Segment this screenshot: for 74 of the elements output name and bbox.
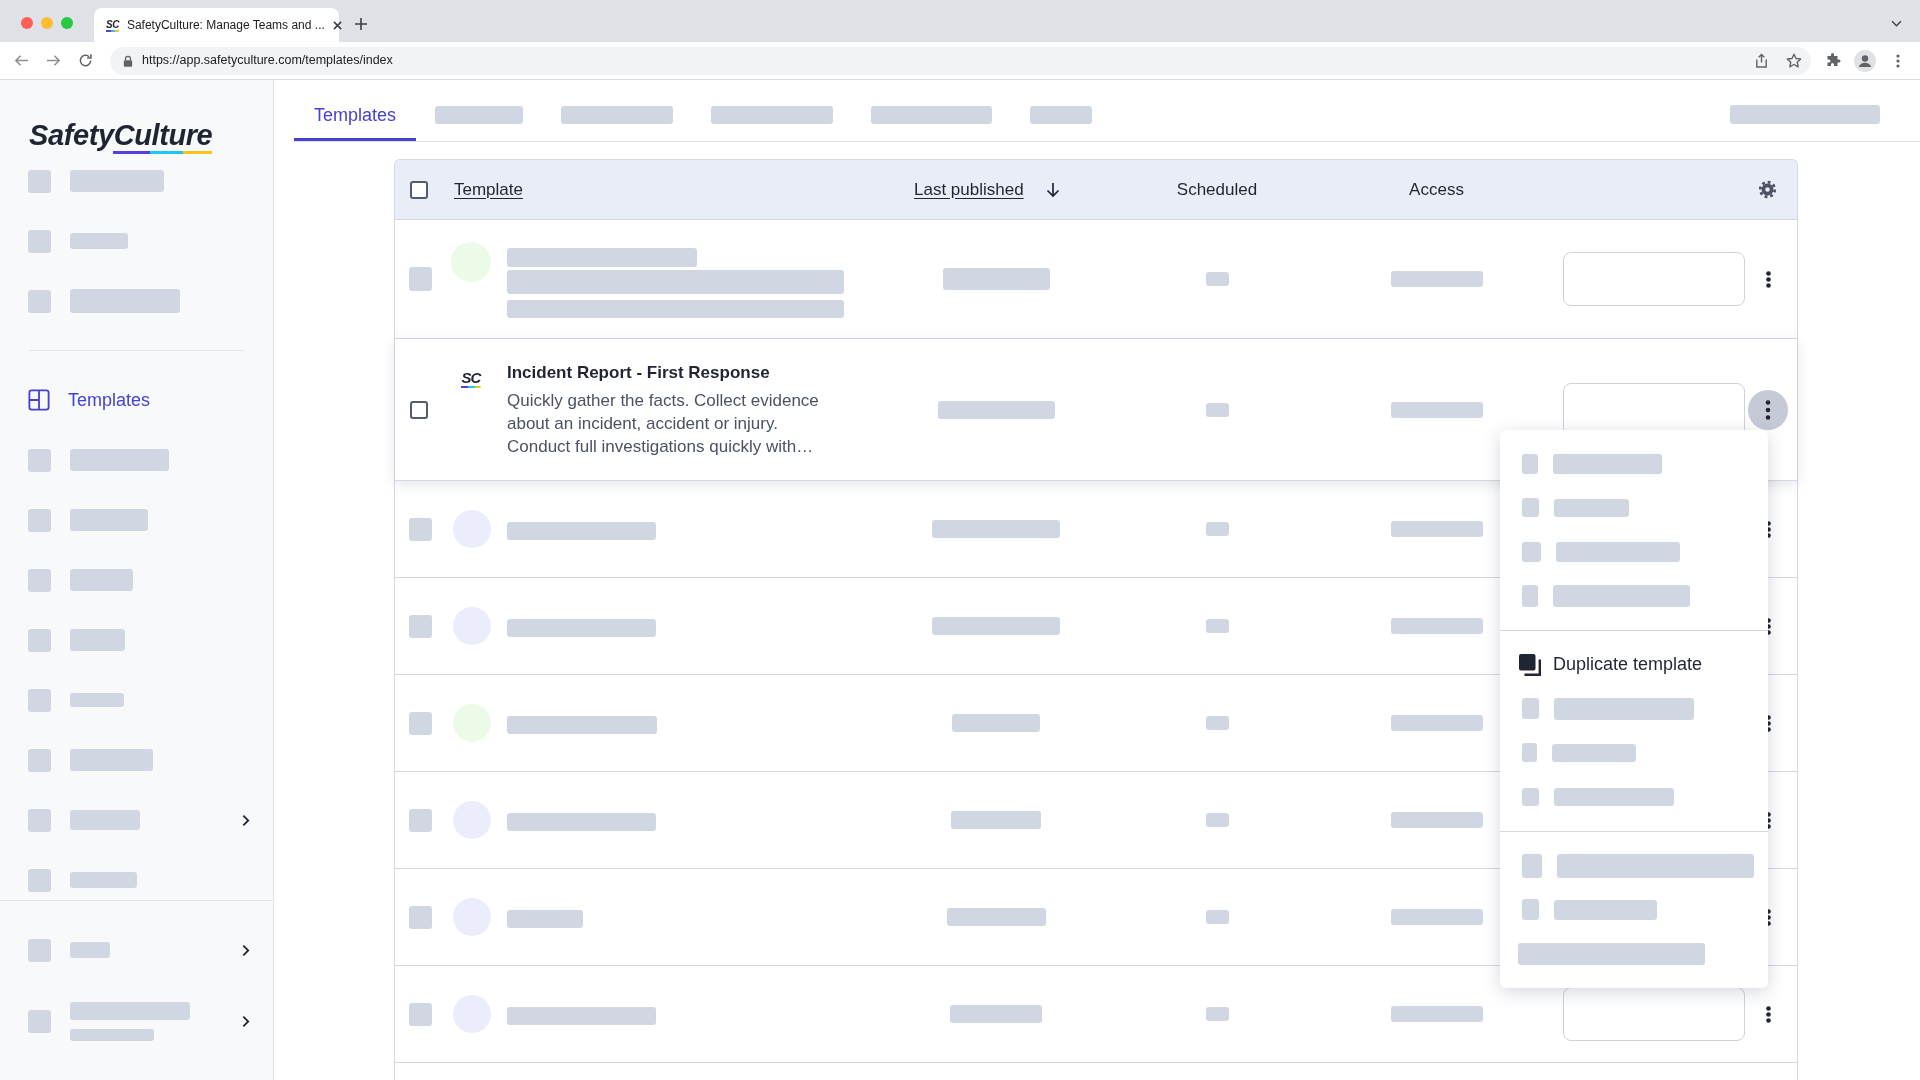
- layout-icon: [28, 389, 50, 411]
- chevron-right-icon[interactable]: [242, 943, 250, 957]
- vertical-dots-icon[interactable]: [1765, 1005, 1771, 1023]
- column-header[interactable]: Last published: [914, 177, 1024, 202]
- placeholder-icon: [1522, 698, 1539, 719]
- placeholder-icon: [1522, 853, 1542, 878]
- placeholder-bar: [70, 872, 137, 888]
- placeholder-icon: [409, 1002, 432, 1026]
- arrow-down-icon[interactable]: [1044, 181, 1061, 198]
- placeholder-icon: [409, 267, 432, 291]
- placeholder-icon: [1522, 584, 1538, 607]
- vertical-dots-icon[interactable]: [1765, 520, 1771, 538]
- placeholder-icon: [409, 614, 432, 638]
- plus-icon[interactable]: [355, 18, 367, 30]
- forward-arrow-icon[interactable]: [46, 53, 61, 68]
- profile-icon[interactable]: [1854, 49, 1876, 72]
- placeholder-icon: [1522, 787, 1539, 806]
- vertical-dots-icon[interactable]: [1896, 53, 1900, 68]
- placeholder-icon: [1522, 453, 1538, 474]
- chevron-right-icon[interactable]: [242, 1014, 250, 1028]
- puzzle-piece-icon[interactable]: [1825, 52, 1841, 69]
- brand-logo: SafetyCulture: [29, 120, 213, 154]
- copy-icon: [1518, 652, 1542, 677]
- checkbox[interactable]: [410, 180, 428, 199]
- placeholder-bar: [1205, 716, 1229, 730]
- star-icon[interactable]: [1786, 52, 1802, 69]
- placeholder-bar: [1205, 522, 1229, 536]
- placeholder-bar: [70, 693, 124, 707]
- tab[interactable]: Templates: [294, 80, 417, 141]
- placeholder-icon: [409, 517, 432, 541]
- placeholder-bar: [70, 233, 128, 249]
- settings-icon[interactable]: [1758, 180, 1777, 199]
- back-arrow-icon[interactable]: [14, 53, 29, 68]
- placeholder-icon: [409, 711, 432, 735]
- column-header[interactable]: Template: [454, 177, 523, 202]
- placeholder-icon: [1522, 498, 1539, 517]
- placeholder-icon: [1522, 541, 1541, 562]
- vertical-dots-icon[interactable]: [1748, 389, 1788, 430]
- placeholder-bar: [70, 569, 133, 591]
- vertical-dots-icon[interactable]: [1765, 270, 1771, 288]
- placeholder-bar: [70, 629, 125, 651]
- address-bar[interactable]: https://app.safetyculture.com/templates/index: [110, 46, 1811, 75]
- close-icon[interactable]: [332, 20, 342, 30]
- favicon-logo: SC: [106, 18, 119, 32]
- lock-icon: [123, 54, 133, 67]
- placeholder-icon: [409, 905, 432, 929]
- vertical-dots-icon[interactable]: [1765, 811, 1771, 829]
- placeholder-bar: [1205, 402, 1229, 417]
- vertical-dots-icon[interactable]: [1765, 714, 1771, 732]
- placeholder-bar: [70, 942, 110, 958]
- placeholder-bar: [1205, 619, 1229, 633]
- browser-tab[interactable]: SC SafetyCulture: Manage Teams and ...: [94, 8, 339, 42]
- placeholder-icon: [1522, 899, 1539, 920]
- sidebar-link[interactable]: Templates: [28, 389, 151, 411]
- column-header: Access: [1409, 178, 1464, 201]
- checkbox[interactable]: [410, 400, 428, 419]
- template-title: Incident Report - First Response: [507, 362, 771, 384]
- chevron-down-icon[interactable]: [1891, 19, 1902, 27]
- placeholder-bar: [1205, 813, 1229, 827]
- column-header: Scheduled: [1176, 178, 1258, 201]
- menu-item[interactable]: Duplicate template: [1500, 642, 1768, 687]
- placeholder-bar: [1205, 1007, 1229, 1021]
- placeholder-bar: [1205, 272, 1229, 286]
- vertical-dots-icon[interactable]: [1765, 908, 1771, 926]
- share-icon[interactable]: [1754, 53, 1769, 68]
- placeholder-icon: [409, 808, 432, 832]
- reload-icon[interactable]: [78, 53, 93, 68]
- placeholder-icon: [1522, 743, 1537, 762]
- chevron-right-icon[interactable]: [242, 813, 250, 827]
- placeholder-bar: [70, 810, 140, 830]
- vertical-dots-icon[interactable]: [1765, 617, 1771, 635]
- placeholder-bar: [1205, 910, 1229, 924]
- template-description: Quickly gather the facts. Collect evidence about an incident, accident or injury. Conduct full investigations quickly with…: [507, 390, 820, 458]
- brand-logo: SC: [461, 370, 481, 388]
